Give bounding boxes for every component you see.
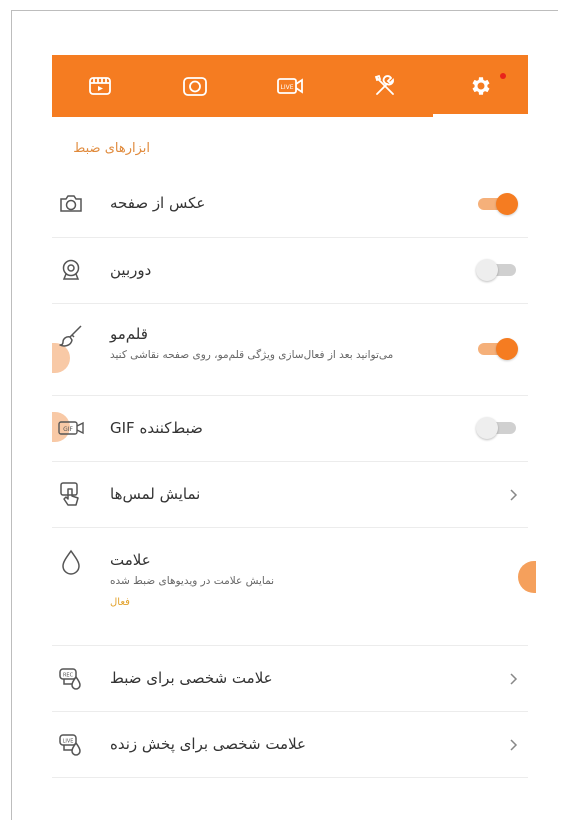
row-title: علامت شخصی برای پخش زنده xyxy=(110,735,306,753)
row-show-touches[interactable]: نمایش لمس‌ها xyxy=(52,461,528,528)
notification-dot xyxy=(500,73,507,79)
section-title: ابزارهای ضبط xyxy=(73,141,150,156)
video-list-icon xyxy=(88,75,112,97)
tab-settings[interactable] xyxy=(432,55,529,117)
row-title: علامت xyxy=(110,551,151,569)
tab-live[interactable]: LIVE xyxy=(242,55,337,117)
row-title: نمایش لمس‌ها xyxy=(110,485,201,503)
row-custom-watermark-live[interactable]: LIVE علامت شخصی برای پخش زنده xyxy=(52,711,528,778)
chevron-right-icon xyxy=(510,489,518,501)
svg-text:REC: REC xyxy=(63,673,74,679)
chevron-right-icon xyxy=(510,673,518,685)
row-gif[interactable]: GIF ضبط‌کننده GIF xyxy=(52,395,528,462)
tools-icon xyxy=(372,73,398,99)
row-title: ضبط‌کننده GIF xyxy=(110,419,203,437)
row-brush[interactable]: قلم‌مو می‌توانید بعد از فعال‌سازی ویژگی … xyxy=(52,303,528,396)
settings-icon xyxy=(468,74,492,98)
row-title: علامت شخصی برای ضبط xyxy=(110,669,273,687)
chevron-right-icon xyxy=(510,739,518,751)
row-camera[interactable]: دوربین xyxy=(52,237,528,304)
brush-toggle[interactable] xyxy=(476,338,520,360)
tab-videos[interactable] xyxy=(52,55,147,117)
settings-panel: LIVE ابزارهای ضبط عکس از صفحه دوربین قلم… xyxy=(52,55,536,815)
row-subtitle: نمایش علامت در ویدیوهای ضبط شده xyxy=(110,575,275,587)
top-tab-bar: LIVE xyxy=(52,55,529,117)
webcam-icon xyxy=(56,255,86,285)
status-label: فعال xyxy=(110,597,130,608)
tab-tools[interactable] xyxy=(338,55,433,117)
row-screenshot[interactable]: عکس از صفحه xyxy=(52,170,528,238)
tab-screenshots[interactable] xyxy=(147,55,242,117)
brush-icon xyxy=(56,321,86,351)
rec-watermark-icon: REC xyxy=(56,663,86,693)
row-title: عکس از صفحه xyxy=(110,194,206,212)
screenshot-icon xyxy=(182,75,208,97)
row-title: دوربین xyxy=(110,261,152,279)
row-title: قلم‌مو xyxy=(110,325,148,343)
camera-icon xyxy=(56,188,86,218)
svg-text:LIVE: LIVE xyxy=(63,739,74,745)
gif-icon: GIF xyxy=(56,413,86,443)
floating-handle[interactable] xyxy=(518,561,536,593)
screenshot-toggle[interactable] xyxy=(476,193,520,215)
touch-icon xyxy=(56,479,86,509)
row-watermark[interactable]: علامت نمایش علامت در ویدیوهای ضبط شده فع… xyxy=(52,527,536,646)
gif-toggle[interactable] xyxy=(476,417,520,439)
live-icon: LIVE xyxy=(276,76,304,96)
svg-text:LIVE: LIVE xyxy=(280,84,293,91)
drop-icon xyxy=(56,547,86,577)
live-watermark-icon: LIVE xyxy=(56,729,86,759)
camera-toggle[interactable] xyxy=(476,259,520,281)
row-custom-watermark-record[interactable]: REC علامت شخصی برای ضبط xyxy=(52,645,528,712)
svg-text:GIF: GIF xyxy=(63,426,73,433)
row-subtitle: می‌توانید بعد از فعال‌سازی ویژگی قلم‌مو،… xyxy=(110,349,394,361)
